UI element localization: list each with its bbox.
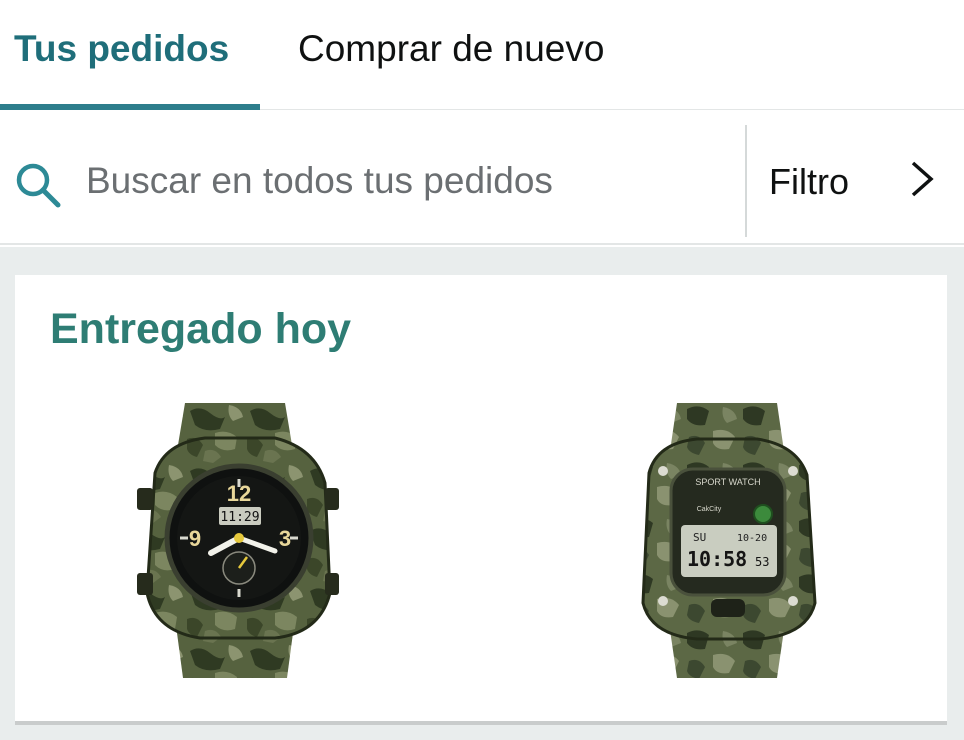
search-icon[interactable]: [12, 159, 66, 213]
filter-label: Filtro: [769, 161, 849, 202]
tab-tus-pedidos[interactable]: Tus pedidos: [14, 28, 229, 70]
product-image-digital-watch[interactable]: SPORT WATCH CakCity SU 10-20 10:58 53: [627, 403, 827, 678]
lcd-time: 10:58: [687, 547, 747, 571]
search-bar: Filtro: [0, 111, 964, 245]
order-card[interactable]: Entregado hoy 12 9 3 11:29 SPORT WATCH C…: [15, 275, 947, 725]
watch-image: SPORT WATCH CakCity SU 10-20 10:58 53: [641, 403, 817, 678]
chevron-right-icon: [911, 161, 934, 197]
tab-comprar-de-nuevo[interactable]: Comprar de nuevo: [298, 28, 604, 70]
lcd-seconds: 53: [755, 555, 769, 569]
watch-brand: CakCity: [697, 506, 722, 513]
search-input[interactable]: [86, 153, 726, 209]
lcd-date: 10-20: [737, 533, 767, 544]
product-image-analog-watch[interactable]: 12 9 3 11:29: [125, 403, 345, 678]
bezel-text: SPORT WATCH: [695, 477, 760, 487]
lcd-day: SU: [693, 531, 706, 544]
dial-number-12: 12: [227, 481, 251, 506]
watch-image: 12 9 3 11:29: [137, 403, 339, 678]
orders-list: Entregado hoy 12 9 3 11:29 SPORT WATCH C…: [0, 247, 964, 740]
delivery-status: Entregado hoy: [50, 305, 352, 353]
filter-button[interactable]: Filtro: [747, 111, 964, 245]
dial-number-9: 9: [189, 526, 201, 551]
active-tab-indicator: [0, 104, 260, 110]
digital-time-readout: 11:29: [220, 510, 259, 525]
order-tabs: Tus pedidos Comprar de nuevo: [0, 0, 964, 110]
dial-number-3: 3: [279, 526, 291, 551]
